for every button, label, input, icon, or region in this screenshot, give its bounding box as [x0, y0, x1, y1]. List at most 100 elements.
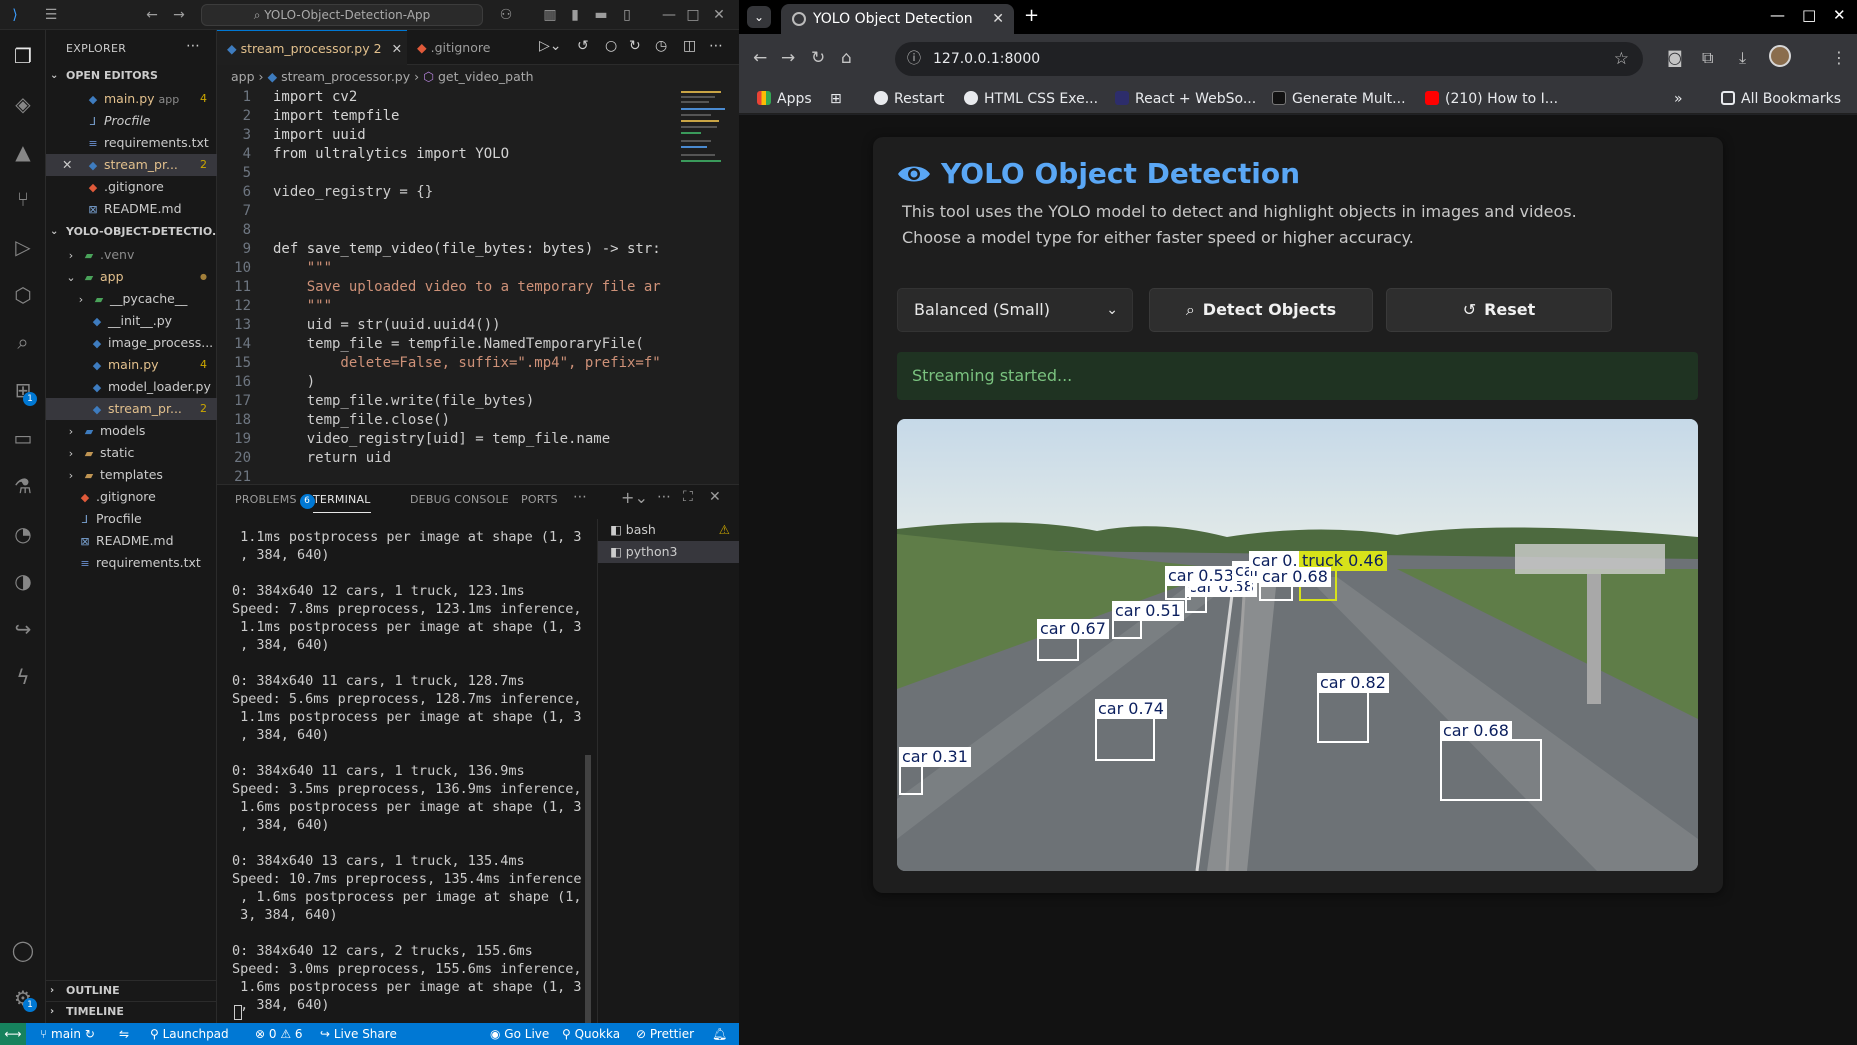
address-bar[interactable]: ⓘ 127.0.0.1:8000 ☆ — [895, 42, 1643, 76]
bookmark-apps[interactable]: Apps — [757, 84, 812, 114]
triangle-icon[interactable]: ▲ — [9, 138, 37, 166]
code-line[interactable]: 5 — [217, 164, 677, 183]
code-line[interactable]: 2 import tempfile — [217, 107, 677, 126]
tree-file[interactable]: ◆ .gitignore — [46, 486, 217, 508]
quokka-status[interactable]: ⚲ Quokka — [562, 1023, 620, 1045]
breadcrumb-item[interactable]: stream_processor.py — [281, 69, 410, 84]
git-graph-icon[interactable]: ◑ — [9, 567, 37, 595]
code-line[interactable]: 12 """ — [217, 297, 677, 316]
maximize-icon[interactable]: □ — [684, 6, 702, 24]
remote-indicator-icon[interactable]: ⟷ — [0, 1023, 26, 1045]
minimize-icon[interactable]: — — [1770, 6, 1785, 24]
circle-icon[interactable]: ○ — [605, 38, 617, 54]
layout-sidebar-right-icon[interactable]: ▯ — [618, 6, 636, 24]
tab-ports[interactable]: PORTS — [521, 493, 558, 506]
browser-tab-active[interactable]: YOLO Object Detection ✕ — [781, 4, 1014, 34]
code-line[interactable]: 10 """ — [217, 259, 677, 278]
new-terminal-icon[interactable]: +⌄ — [621, 488, 648, 507]
open-editor-item[interactable]: ≡ requirements.txt — [46, 132, 217, 154]
more-bookmarks-icon[interactable]: » — [1674, 84, 1683, 114]
timeline-header[interactable]: › TIMELINE — [46, 1001, 217, 1021]
tab-search-icon[interactable]: ⌄ — [747, 6, 771, 28]
code-line[interactable]: 17 temp_file.write(file_bytes) — [217, 392, 677, 411]
copilot-icon[interactable]: ⚇ — [497, 6, 515, 24]
menu-icon[interactable]: ☰ — [42, 6, 60, 24]
bookmark-youtube[interactable]: (210) How to I... — [1425, 84, 1558, 114]
code-line[interactable]: 19 video_registry[uid] = temp_file.name — [217, 430, 677, 449]
code-line[interactable]: 1 import cv2 — [217, 88, 677, 107]
cube-icon[interactable]: ◈ — [9, 90, 37, 118]
tree-file[interactable]: ◆ image_process... — [46, 332, 217, 354]
tree-file[interactable]: ⅃ Procfile — [46, 508, 217, 530]
python-icon[interactable]: ⬡ — [9, 281, 37, 309]
tree-file[interactable]: ⊠ README.md — [46, 530, 217, 552]
code-line[interactable]: 8 — [217, 221, 677, 240]
tab-problems[interactable]: PROBLEMS 6 — [235, 493, 315, 509]
all-bookmarks[interactable]: All Bookmarks — [1721, 84, 1841, 114]
close-panel-icon[interactable]: ✕ — [709, 489, 721, 505]
tree-folder[interactable]: ⌄ ▰ app ● — [46, 266, 217, 288]
code-line[interactable]: 15 delete=False, suffix=".mp4", prefix=f… — [217, 354, 677, 373]
open-editor-item[interactable]: ⊠ README.md — [46, 198, 217, 220]
run-icon[interactable]: ▷⌄ — [539, 38, 562, 54]
code-line[interactable]: 4 from ultralytics import YOLO — [217, 145, 677, 164]
timeline-icon[interactable]: ◷ — [655, 38, 667, 54]
maximize-icon[interactable]: □ — [1802, 6, 1816, 24]
split-editor-icon[interactable]: ◫ — [683, 38, 696, 54]
terminal-output[interactable]: 1.1ms postprocess per image at shape (1,… — [232, 529, 582, 1014]
back-arrow-icon[interactable]: ← — [753, 48, 767, 68]
terminal-scrollbar[interactable] — [585, 755, 591, 1025]
reset-button[interactable]: ↺ Reset — [1386, 288, 1612, 332]
more-actions-icon[interactable]: ⋯ — [709, 38, 723, 54]
run-debug-icon[interactable]: ▷ — [9, 233, 37, 261]
layout-panel-icon[interactable]: ▬ — [592, 6, 610, 24]
code-line[interactable]: 14 temp_file = tempfile.NamedTemporaryFi… — [217, 335, 677, 354]
download-icon[interactable]: ⤓ — [1739, 48, 1746, 68]
live-share-status[interactable]: ↪ Live Share — [320, 1023, 397, 1045]
code-line[interactable]: 3 import uuid — [217, 126, 677, 145]
code-line[interactable]: 9 def save_temp_video(file_bytes: bytes) … — [217, 240, 677, 259]
notifications-icon[interactable]: 🔔︎ — [712, 1023, 727, 1045]
code-line[interactable]: 20 return uid — [217, 449, 677, 468]
tree-folder[interactable]: › ▰ templates — [46, 464, 217, 486]
close-window-icon[interactable]: ✕ — [710, 6, 728, 24]
minimap[interactable] — [677, 88, 739, 483]
tree-folder[interactable]: › ▰ .venv — [46, 244, 217, 266]
camera-icon[interactable]: ◙ — [1667, 48, 1683, 67]
account-icon[interactable]: ◯ — [9, 936, 37, 964]
tree-file-active[interactable]: ◆ stream_pr... 2 — [46, 398, 217, 420]
breadcrumb-item[interactable]: get_video_path — [438, 69, 534, 84]
search-icon[interactable]: ⌕ — [9, 328, 37, 356]
tab-debug-console[interactable]: DEBUG CONSOLE — [410, 493, 509, 506]
sync-icon[interactable]: ⇋ — [119, 1023, 129, 1045]
extensions-icon[interactable]: ⧉ — [1702, 48, 1713, 68]
tree-folder[interactable]: › ▰ __pycache__ — [46, 288, 217, 310]
code-line[interactable]: 7 — [217, 202, 677, 221]
more-actions-icon[interactable]: ⋯ — [186, 38, 200, 54]
site-info-icon[interactable]: ⓘ — [907, 42, 921, 76]
project-header[interactable]: ⌄ YOLO-OBJECT-DETECTIO... — [46, 222, 217, 242]
source-control-icon[interactable]: ⑂ — [9, 185, 37, 213]
open-editor-item[interactable]: ⅃ Procfile — [46, 110, 217, 132]
code-editor[interactable]: 1 import cv2 2 import tempfile 3 import uuid 4… — [217, 88, 677, 483]
model-select[interactable]: Balanced (Small) ⌄ — [897, 288, 1133, 332]
open-editor-item[interactable]: ◆ main.py app 4 — [46, 88, 217, 110]
home-icon[interactable]: ⌂ — [841, 48, 852, 68]
outline-header[interactable]: › OUTLINE — [46, 980, 217, 1000]
bookmark-grid-icon[interactable]: ⊞ — [830, 84, 842, 114]
bookmark-star-icon[interactable]: ☆ — [1614, 42, 1629, 76]
open-editor-item-active[interactable]: ✕ ◆ stream_pr... 2 — [46, 154, 217, 176]
command-center-search[interactable]: ⌕ YOLO-Object-Detection-App — [201, 4, 483, 26]
layout-sidebar-left-icon[interactable]: ▮ — [566, 6, 584, 24]
tab-gitignore[interactable]: ◆ .gitignore — [407, 30, 517, 65]
terminal-item-bash[interactable]: ◧ bash ⚠ — [598, 519, 739, 541]
profile-avatar[interactable] — [1769, 45, 1791, 67]
terminal-more-icon[interactable]: ⋯ — [657, 489, 671, 505]
code-line[interactable]: 13 uid = str(uuid.uuid4()) — [217, 316, 677, 335]
maximize-panel-icon[interactable]: ⛶ — [683, 489, 693, 505]
open-editor-item[interactable]: ◆ .gitignore — [46, 176, 217, 198]
tree-file[interactable]: ◆ __init__.py — [46, 310, 217, 332]
forward-arrow-icon[interactable]: → — [781, 48, 795, 68]
code-line[interactable]: 11 Save uploaded video to a temporary fi… — [217, 278, 677, 297]
tab-terminal[interactable]: TERMINAL — [313, 493, 371, 513]
